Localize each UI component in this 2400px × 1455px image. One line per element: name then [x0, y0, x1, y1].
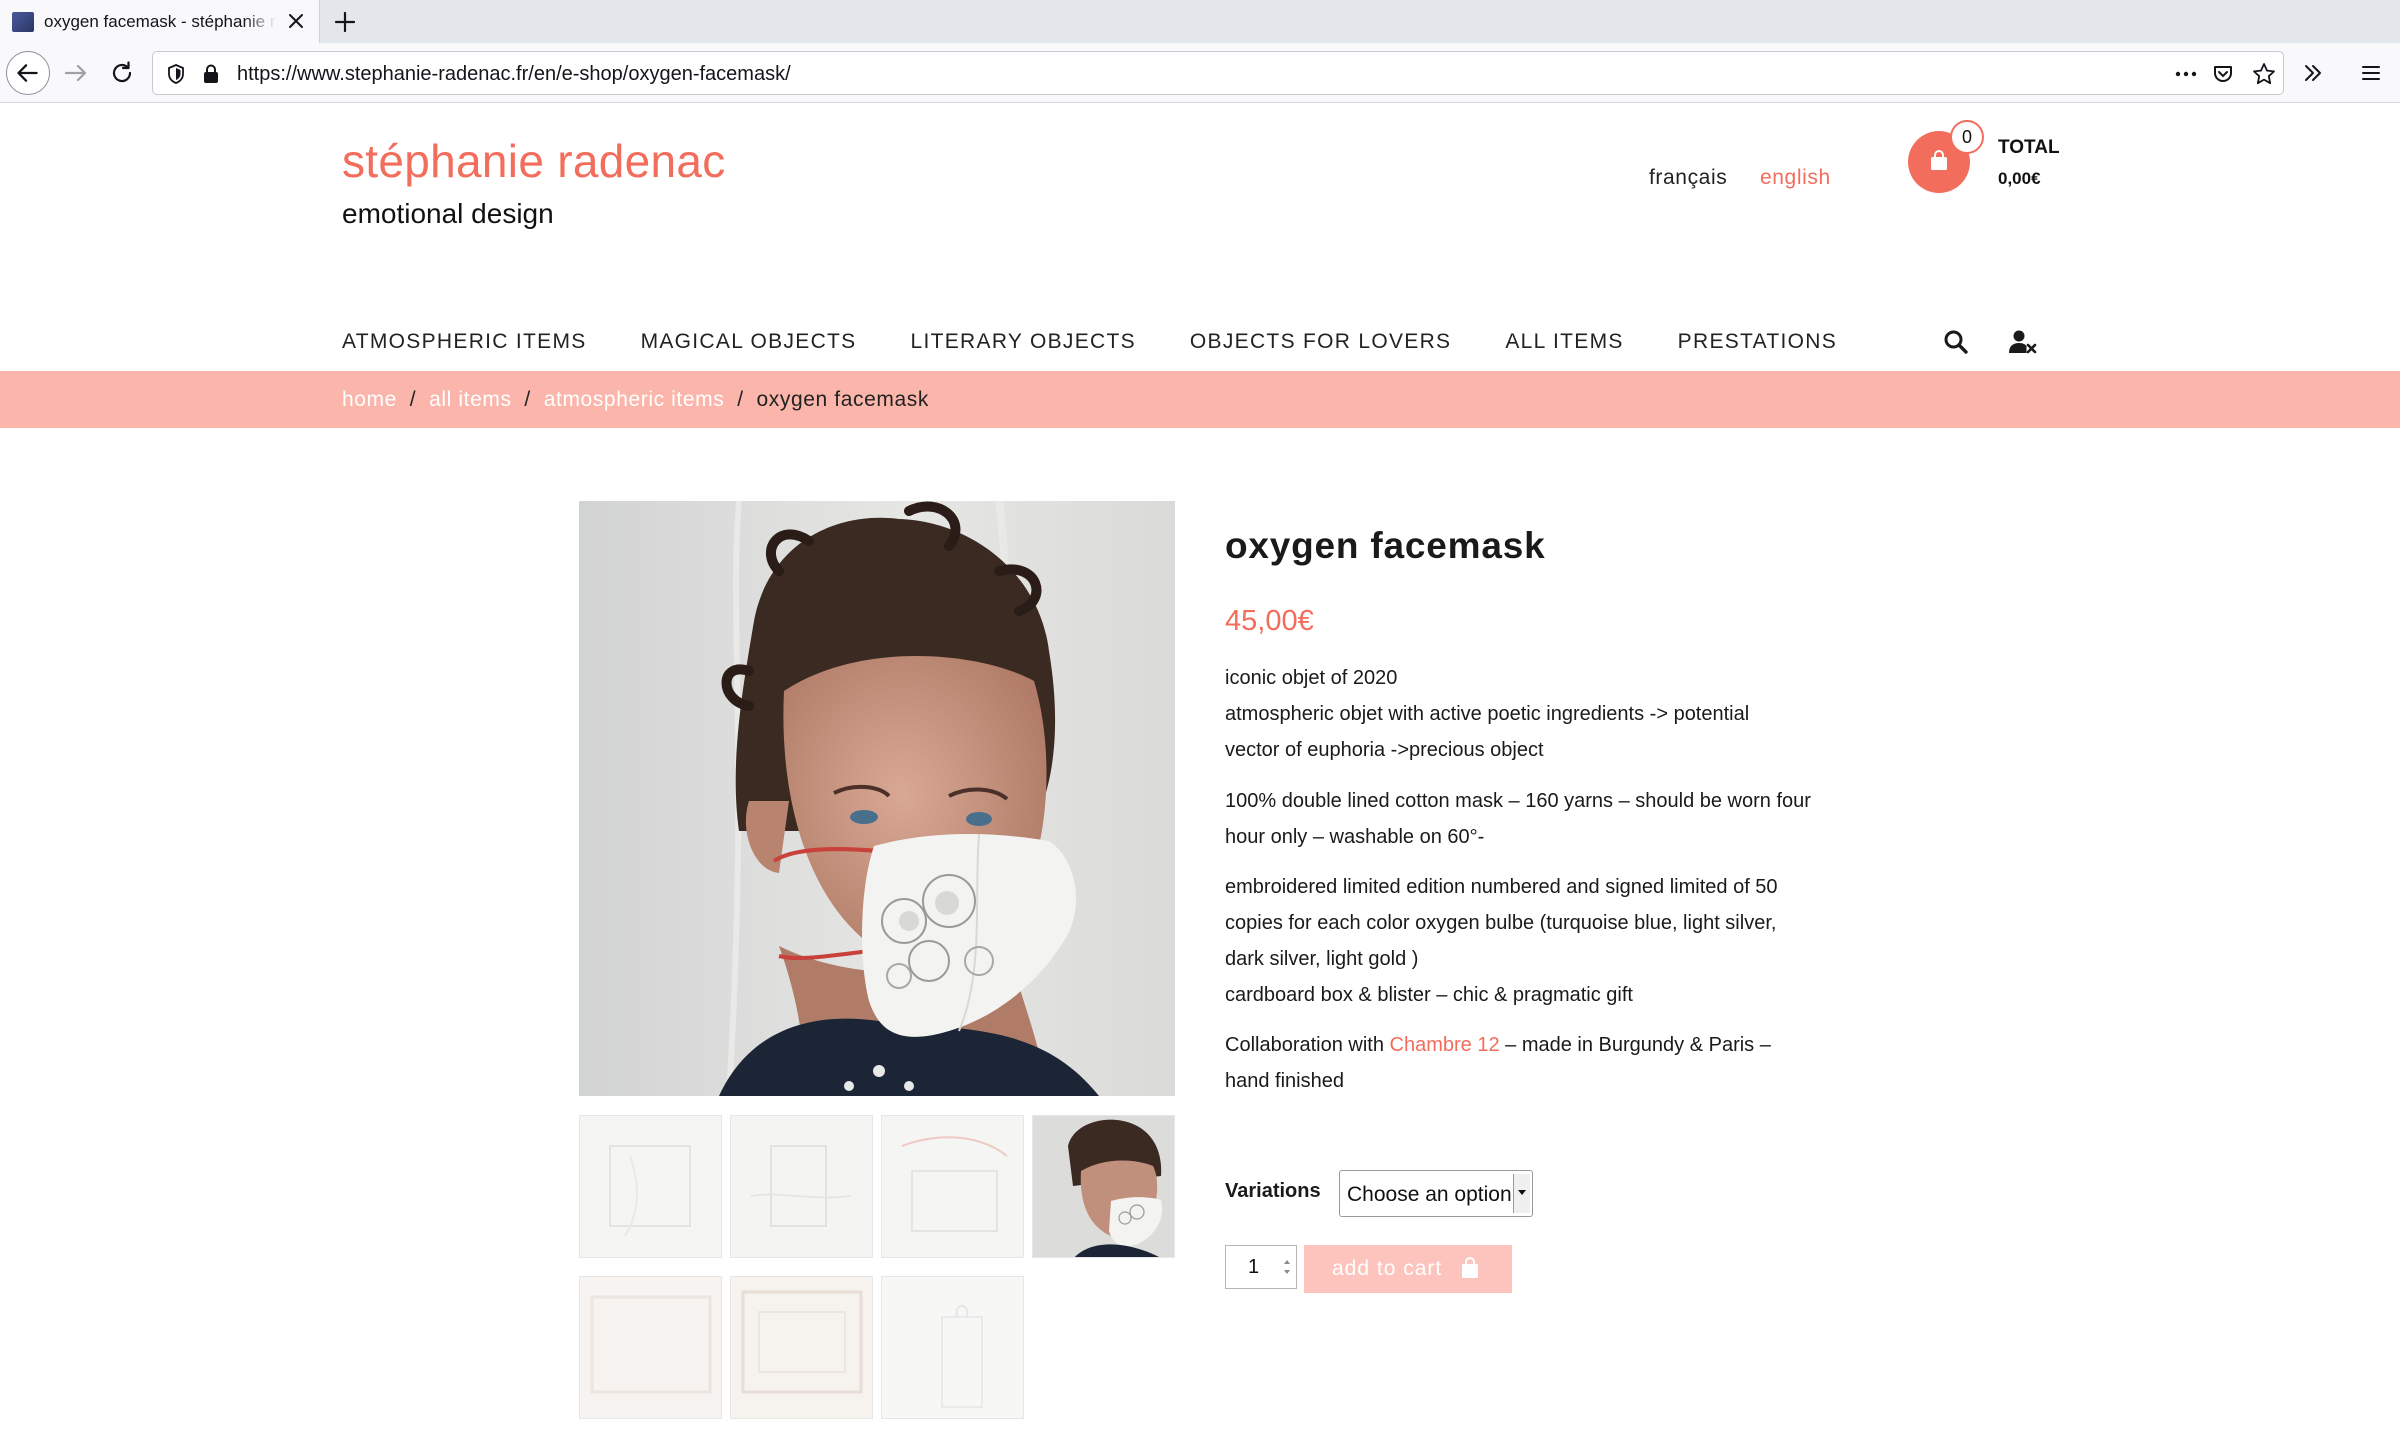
mask-packaging-thumbnail-image: [580, 1116, 721, 1257]
cart-count-badge: 0: [1950, 120, 1984, 154]
mask-box-thumbnail-image: [731, 1277, 872, 1418]
search-icon[interactable]: [1942, 328, 1970, 356]
description-line: vector of euphoria ->precious object: [1225, 739, 1544, 761]
quantity-stepper-icon[interactable]: [1282, 1257, 1292, 1277]
browser-tab-strip: oxygen facemask - stéphanie radenac: [0, 0, 2400, 43]
more-actions-icon[interactable]: [2173, 62, 2199, 86]
select-dropdown-button[interactable]: [1513, 1174, 1530, 1213]
variations-label: Variations: [1225, 1180, 1321, 1202]
reload-icon[interactable]: [104, 55, 140, 91]
collaboration-suffix: – made in Burgundy & Paris –: [1499, 1034, 1771, 1056]
bookmark-star-icon[interactable]: [2251, 61, 2277, 87]
tracking-shield-icon[interactable]: [165, 63, 187, 85]
browser-tab[interactable]: oxygen facemask - stéphanie radenac: [0, 0, 320, 43]
product-title: oxygen facemask: [1225, 525, 1546, 566]
cart-total-label: TOTAL: [1998, 137, 2060, 158]
mask-with-red-strap-thumbnail-image: [882, 1116, 1023, 1257]
breadcrumb-link-atmospheric-items[interactable]: atmospheric items: [544, 388, 725, 411]
address-bar[interactable]: https://www.stephanie-radenac.fr/en/e-sh…: [152, 51, 2284, 95]
language-link-english[interactable]: english: [1760, 165, 1831, 191]
url-text[interactable]: https://www.stephanie-radenac.fr/en/e-sh…: [237, 63, 791, 85]
site-brand-title[interactable]: stéphanie radenac: [342, 133, 726, 189]
breadcrumb-separator: /: [730, 388, 751, 411]
cart-total-value: 0,00€: [1998, 169, 2041, 188]
mask-blister-thumbnail-image: [882, 1277, 1023, 1418]
quantity-input[interactable]: 1: [1225, 1245, 1297, 1289]
description-line: atmospheric objet with active poetic ing…: [1225, 703, 1750, 725]
forward-arrow-icon[interactable]: [58, 55, 94, 91]
woman-wearing-facemask-image: [579, 501, 1175, 1096]
overflow-menu-icon[interactable]: [2300, 60, 2326, 86]
product-description-intro: iconic objet of 2020 atmospheric objet w…: [1225, 660, 1845, 768]
breadcrumb-link-all-items[interactable]: all items: [429, 388, 511, 411]
description-line: 100% double lined cotton mask – 160 yarn…: [1225, 790, 1811, 812]
pocket-icon[interactable]: [2211, 62, 2235, 86]
collaboration-line-2: hand finished: [1225, 1070, 1344, 1092]
product-price: 45,00€: [1225, 605, 1314, 637]
woman-wearing-facemask-thumbnail-image: [1033, 1116, 1174, 1257]
site-favicon-icon: [12, 12, 34, 32]
nav-item-literary-objects[interactable]: LITERARY OBJECTS: [911, 328, 1136, 356]
nav-item-magical-objects[interactable]: MAGICAL OBJECTS: [641, 328, 857, 356]
nav-item-atmospheric-items[interactable]: ATMOSPHERIC ITEMS: [342, 328, 587, 356]
hamburger-menu-icon[interactable]: [2358, 60, 2384, 86]
product-thumbnail[interactable]: [1032, 1115, 1175, 1258]
product-thumbnail[interactable]: [881, 1276, 1024, 1419]
variation-select[interactable]: Choose an option: [1339, 1170, 1533, 1217]
product-description-collaboration: Collaboration with Chambre 12 – made in …: [1225, 1027, 1845, 1099]
collaboration-prefix: Collaboration with: [1225, 1034, 1390, 1056]
product-description-material: 100% double lined cotton mask – 160 yarn…: [1225, 783, 1845, 855]
main-product-photo[interactable]: [579, 501, 1175, 1096]
lock-icon[interactable]: [201, 63, 221, 85]
main-navigation: ATMOSPHERIC ITEMS MAGICAL OBJECTS LITERA…: [342, 328, 1837, 356]
nav-item-objects-for-lovers[interactable]: OBJECTS FOR LOVERS: [1190, 328, 1451, 356]
back-arrow-icon[interactable]: [6, 51, 50, 95]
description-line: iconic objet of 2020: [1225, 667, 1398, 689]
product-thumbnail[interactable]: [730, 1115, 873, 1258]
product-thumbnail[interactable]: [579, 1276, 722, 1419]
shopping-bag-icon: [1931, 150, 1947, 170]
description-line: copies for each color oxygen bulbe (turq…: [1225, 912, 1777, 934]
breadcrumb-current: oxygen facemask: [756, 388, 929, 411]
quantity-value: 1: [1248, 1256, 1260, 1278]
nav-item-all-items[interactable]: ALL ITEMS: [1505, 328, 1623, 356]
breadcrumb: home / all items / atmospheric items / o…: [342, 387, 929, 413]
nav-item-prestations[interactable]: PRESTATIONS: [1678, 328, 1837, 356]
breadcrumb-separator: /: [403, 388, 423, 411]
chevron-down-icon: [1518, 1190, 1526, 1195]
description-line: embroidered limited edition numbered and…: [1225, 876, 1778, 898]
new-tab-icon[interactable]: [330, 7, 360, 37]
product-description-edition: embroidered limited edition numbered and…: [1225, 869, 1845, 1013]
description-line: cardboard box & blister – chic & pragmat…: [1225, 984, 1633, 1006]
shopping-bag-icon: [1462, 1257, 1478, 1278]
variation-select-value: Choose an option: [1347, 1183, 1512, 1206]
description-line: dark silver, light gold ): [1225, 948, 1419, 970]
browser-toolbar: https://www.stephanie-radenac.fr/en/e-sh…: [0, 43, 2400, 103]
mask-packaging-thumbnail-image: [731, 1116, 872, 1257]
close-tab-icon[interactable]: [283, 8, 309, 34]
collaboration-line: Collaboration with Chambre 12 – made in …: [1225, 1027, 1845, 1063]
add-to-cart-label: add to cart: [1332, 1257, 1443, 1280]
mask-box-thumbnail-image: [580, 1277, 721, 1418]
product-thumbnail[interactable]: [881, 1115, 1024, 1258]
language-link-french[interactable]: français: [1649, 165, 1727, 191]
site-tagline: emotional design: [342, 198, 554, 229]
tab-title: oxygen facemask - stéphanie radenac: [44, 12, 276, 31]
breadcrumb-link-home[interactable]: home: [342, 388, 397, 411]
product-thumbnail[interactable]: [730, 1276, 873, 1419]
product-thumbnail[interactable]: [579, 1115, 722, 1258]
user-account-icon[interactable]: [2008, 328, 2038, 356]
description-line: hour only – washable on 60°-: [1225, 826, 1485, 848]
add-to-cart-button[interactable]: add to cart: [1304, 1245, 1512, 1293]
collaboration-link[interactable]: Chambre 12: [1390, 1034, 1500, 1056]
breadcrumb-separator: /: [517, 388, 538, 411]
